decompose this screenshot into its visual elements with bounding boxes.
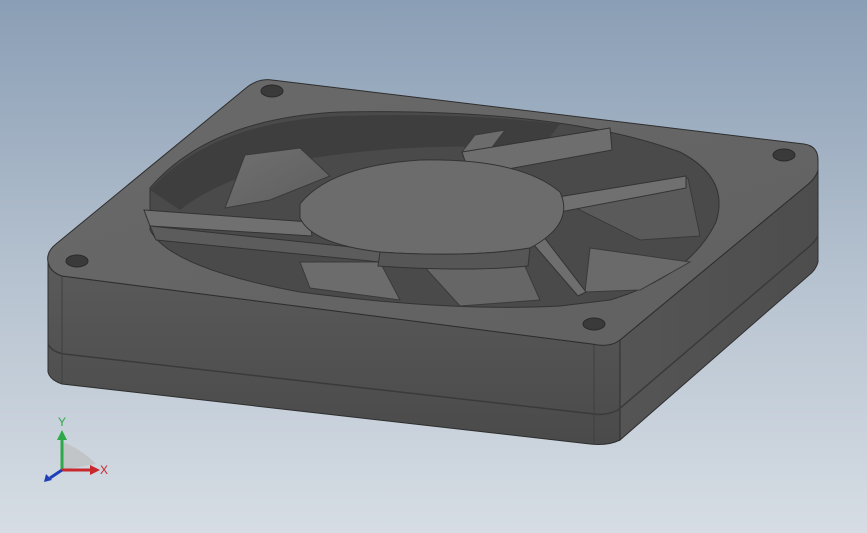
graphics-viewport[interactable]: Y X: [0, 0, 867, 533]
y-axis-label: Y: [58, 415, 66, 429]
x-axis-arrow: [90, 465, 100, 475]
axis-triad[interactable]: Y X: [40, 412, 120, 492]
z-axis-line: [49, 468, 63, 480]
mount-hole: [65, 254, 89, 268]
y-axis-arrow: [57, 430, 67, 440]
mount-hole: [260, 84, 284, 98]
fan-model[interactable]: [0, 0, 867, 533]
x-axis-label: X: [100, 463, 108, 477]
mount-hole: [772, 148, 796, 162]
mount-hole: [582, 317, 606, 331]
